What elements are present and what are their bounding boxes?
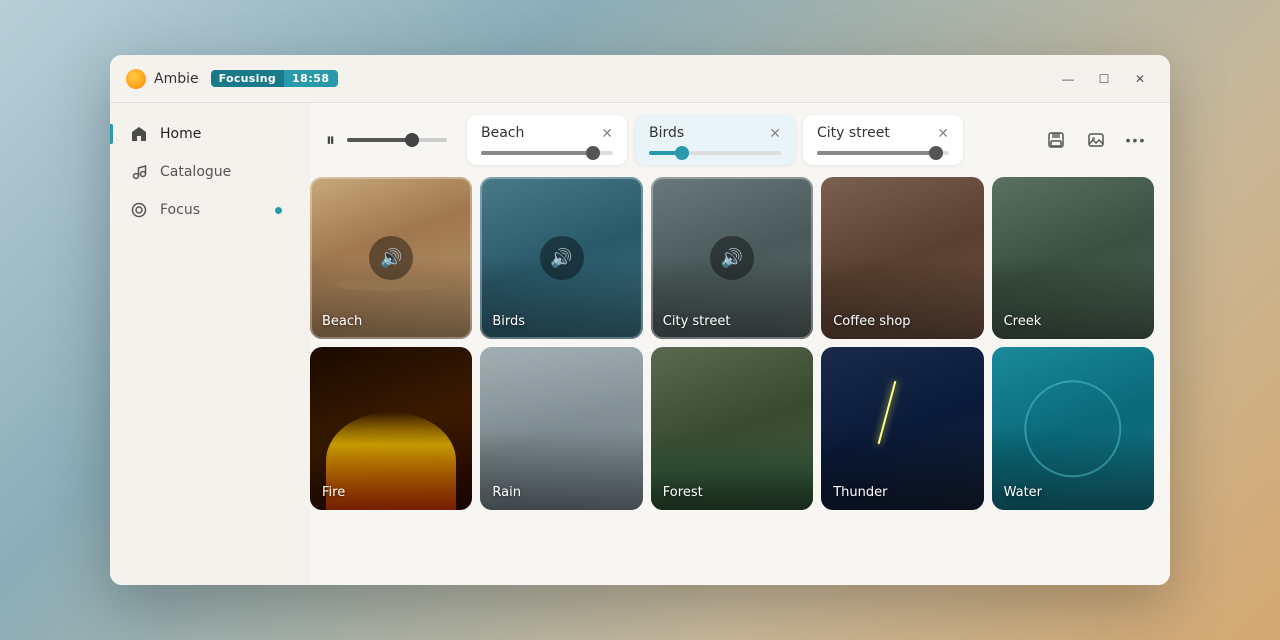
grid-card-water[interactable]: Water bbox=[992, 347, 1154, 509]
focus-dot bbox=[275, 207, 282, 214]
creek-grid-label: Creek bbox=[1004, 314, 1042, 329]
citystreet-grid-label: City street bbox=[663, 314, 731, 329]
grid-card-creek[interactable]: Creek bbox=[992, 177, 1154, 339]
catalogue-label: Catalogue bbox=[160, 164, 231, 180]
coffeeshop-grid-label: Coffee shop bbox=[833, 314, 910, 329]
master-slider-track bbox=[347, 138, 447, 142]
sidebar-item-home[interactable]: Home bbox=[110, 115, 298, 153]
active-cards-container: Beach ✕ Birds ✕ bbox=[467, 115, 1026, 165]
save-icon bbox=[1047, 131, 1065, 149]
grid-card-thunder[interactable]: Thunder bbox=[821, 347, 983, 509]
active-card-birds: Birds ✕ bbox=[635, 115, 795, 165]
controls-bar: ⏸ Beach ✕ bbox=[310, 103, 1170, 177]
sound-grid-container: 🔊 Beach 🔊 Birds 🔊 City street bbox=[310, 177, 1170, 585]
citystreet-volume-track[interactable] bbox=[817, 151, 949, 155]
grid-card-birds[interactable]: 🔊 Birds bbox=[480, 177, 642, 339]
beach-slider-thumb[interactable] bbox=[586, 146, 600, 160]
beach-grid-label: Beach bbox=[322, 314, 362, 329]
water-grid-label: Water bbox=[1004, 485, 1042, 500]
grid-card-citystreet[interactable]: 🔊 City street bbox=[651, 177, 813, 339]
image-button[interactable] bbox=[1078, 122, 1114, 158]
citystreet-card-label: City street bbox=[817, 125, 890, 141]
home-label: Home bbox=[160, 126, 201, 142]
more-button[interactable]: ••• bbox=[1118, 122, 1154, 158]
beach-close-button[interactable]: ✕ bbox=[601, 126, 613, 140]
citystreet-sound-icon: 🔊 bbox=[710, 236, 754, 280]
focus-icon bbox=[130, 201, 148, 219]
focus-label: Focus bbox=[160, 202, 200, 218]
birds-card-label: Birds bbox=[649, 125, 684, 141]
title-bar: Ambie Focusing 18:58 — ☐ ✕ bbox=[110, 55, 1170, 103]
more-icon: ••• bbox=[1126, 132, 1147, 148]
save-button[interactable] bbox=[1038, 122, 1074, 158]
citystreet-close-button[interactable]: ✕ bbox=[937, 126, 949, 140]
beach-card-label: Beach bbox=[481, 125, 524, 141]
birds-close-button[interactable]: ✕ bbox=[769, 126, 781, 140]
master-slider-fill bbox=[347, 138, 412, 142]
content-area: Home Catalogue bbox=[110, 103, 1170, 585]
home-icon bbox=[130, 125, 148, 143]
app-name: Ambie bbox=[154, 71, 199, 87]
grid-card-forest[interactable]: Forest bbox=[651, 347, 813, 509]
grid-card-beach[interactable]: 🔊 Beach bbox=[310, 177, 472, 339]
thunder-grid-label: Thunder bbox=[833, 485, 887, 500]
close-button[interactable]: ✕ bbox=[1126, 65, 1154, 93]
toolbar-icons: ••• bbox=[1038, 122, 1154, 158]
citystreet-slider-fill bbox=[817, 151, 936, 155]
grid-card-fire[interactable]: Fire bbox=[310, 347, 472, 509]
sidebar-item-catalogue[interactable]: Catalogue bbox=[110, 153, 298, 191]
citystreet-slider-thumb[interactable] bbox=[929, 146, 943, 160]
app-icon bbox=[126, 69, 146, 89]
master-slider-thumb[interactable] bbox=[405, 133, 419, 147]
beach-volume-track[interactable] bbox=[481, 151, 613, 155]
grid-card-rain[interactable]: Rain bbox=[480, 347, 642, 509]
rain-grid-label: Rain bbox=[492, 485, 521, 500]
master-volume-slider[interactable] bbox=[347, 138, 447, 142]
active-card-citystreet: City street ✕ bbox=[803, 115, 963, 165]
beach-sound-icon: 🔊 bbox=[369, 236, 413, 280]
play-pause-icon: ⏸ bbox=[326, 130, 335, 151]
birds-volume-track[interactable] bbox=[649, 151, 781, 155]
active-card-beach: Beach ✕ bbox=[467, 115, 627, 165]
sidebar-item-focus[interactable]: Focus bbox=[110, 191, 298, 229]
music-icon bbox=[130, 163, 148, 181]
birds-sound-icon: 🔊 bbox=[540, 236, 584, 280]
beach-slider-fill bbox=[481, 151, 593, 155]
window-controls: — ☐ ✕ bbox=[1054, 65, 1154, 93]
image-icon bbox=[1087, 131, 1105, 149]
forest-grid-label: Forest bbox=[663, 485, 703, 500]
fire-grid-label: Fire bbox=[322, 485, 345, 500]
sound-grid: 🔊 Beach 🔊 Birds 🔊 City street bbox=[310, 177, 1154, 510]
main-content: ⏸ Beach ✕ bbox=[310, 103, 1170, 585]
sidebar: Home Catalogue bbox=[110, 103, 310, 585]
grid-card-coffeeshop[interactable]: Coffee shop bbox=[821, 177, 983, 339]
focus-badge: Focusing bbox=[211, 70, 284, 87]
birds-grid-label: Birds bbox=[492, 314, 525, 329]
play-pause-button[interactable]: ⏸ bbox=[326, 130, 335, 151]
focus-timer: 18:58 bbox=[284, 70, 338, 87]
maximize-button[interactable]: ☐ bbox=[1090, 65, 1118, 93]
app-window: Ambie Focusing 18:58 — ☐ ✕ Home bbox=[110, 55, 1170, 585]
minimize-button[interactable]: — bbox=[1054, 65, 1082, 93]
birds-slider-thumb[interactable] bbox=[675, 146, 689, 160]
